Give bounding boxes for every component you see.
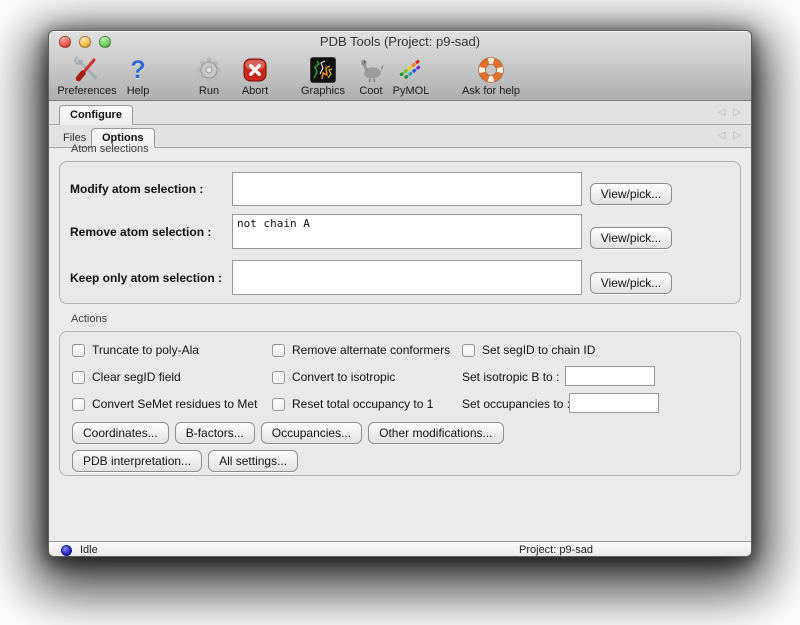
settings-buttons-row: PDB interpretation... All settings... — [72, 450, 298, 472]
convert-semet-label: Convert SeMet residues to Met — [92, 397, 257, 411]
keep-only-atom-selection-label: Keep only atom selection : — [70, 271, 222, 285]
modify-atom-selection-input[interactable] — [232, 172, 582, 206]
remove-atom-selection-label: Remove atom selection : — [70, 225, 211, 239]
project-label: Project: p9-sad — [519, 544, 593, 556]
toolbar-help-label: Help — [127, 85, 150, 97]
checkbox-truncate-poly-ala: Truncate to poly-Ala — [72, 342, 199, 358]
files-options-tab-bar: Files Options ◁ ▷ — [49, 125, 751, 148]
abort-icon — [242, 55, 268, 85]
convert-to-isotropic-label: Convert to isotropic — [292, 370, 395, 384]
other-modifications-button[interactable]: Other modifications... — [368, 422, 503, 444]
toolbar-ask-for-help-label: Ask for help — [462, 85, 520, 97]
set-segid-to-chain-id-label: Set segID to chain ID — [482, 343, 595, 357]
set-segid-to-chain-id-checkbox[interactable] — [462, 344, 475, 357]
tab-scroll-right-icon[interactable]: ▷ — [733, 108, 741, 118]
atom-selections-legend: Atom selections — [71, 143, 149, 155]
status-bar: Idle Project: p9-sad — [49, 541, 751, 557]
remove-alternate-conformers-checkbox[interactable] — [272, 344, 285, 357]
actions-legend: Actions — [71, 313, 107, 325]
reset-total-occupancy-label: Reset total occupancy to 1 — [292, 397, 433, 411]
remove-view-pick-button[interactable]: View/pick... — [590, 227, 672, 249]
tab-scroll-right-icon[interactable]: ▷ — [733, 131, 741, 141]
occupancies-button[interactable]: Occupancies... — [261, 422, 362, 444]
atom-selections-group: Modify atom selection : View/pick... Rem… — [59, 161, 741, 304]
checkbox-reset-total-occupancy: Reset total occupancy to 1 — [272, 396, 433, 412]
graphics-icon — [310, 55, 336, 85]
checkbox-clear-segid-field: Clear segID field — [72, 369, 181, 385]
keep-only-view-pick-button[interactable]: View/pick... — [590, 272, 672, 294]
tab-scroll-arrows-2: ◁ ▷ — [718, 125, 741, 147]
toolbar-coot-label: Coot — [359, 85, 382, 97]
toolbar-run-button[interactable]: Run — [194, 53, 224, 97]
tab-scroll-left-icon[interactable]: ◁ — [718, 108, 726, 118]
toolbar-pymol-button[interactable]: PyMOL — [390, 53, 432, 97]
truncate-poly-ala-checkbox[interactable] — [72, 344, 85, 357]
toolbar-abort-label: Abort — [242, 85, 268, 97]
status-indicator-icon — [61, 545, 72, 556]
help-icon: ? — [130, 55, 145, 85]
pdb-tools-window: PDB Tools (Project: p9-sad) Preferences — [48, 30, 752, 557]
toolbar-coot-button[interactable]: Coot — [355, 53, 387, 97]
clear-segid-field-label: Clear segID field — [92, 370, 181, 384]
keep-only-atom-selection-input[interactable] — [232, 260, 582, 295]
modification-buttons-row: Coordinates... B-factors... Occupancies.… — [72, 422, 504, 444]
convert-to-isotropic-checkbox[interactable] — [272, 371, 285, 384]
checkbox-remove-alternate-conformers: Remove alternate conformers — [272, 342, 450, 358]
actions-group: Truncate to poly-Ala Remove alternate co… — [59, 331, 741, 476]
checkbox-convert-semet: Convert SeMet residues to Met — [72, 396, 257, 412]
convert-semet-checkbox[interactable] — [72, 398, 85, 411]
toolbar-preferences-label: Preferences — [57, 85, 116, 97]
coot-bird-icon — [357, 55, 385, 85]
tab-scroll-arrows-1: ◁ ▷ — [718, 101, 741, 124]
toolbar-preferences-button[interactable]: Preferences — [55, 53, 119, 97]
coordinates-button[interactable]: Coordinates... — [72, 422, 169, 444]
pymol-icon — [397, 55, 425, 85]
set-occupancies-label: Set occupancies to : — [462, 397, 570, 411]
run-gear-icon — [195, 55, 223, 85]
toolbar-abort-button[interactable]: Abort — [236, 53, 274, 97]
remove-atom-selection-input[interactable]: not chain A — [232, 214, 582, 249]
checkbox-convert-to-isotropic: Convert to isotropic — [272, 369, 395, 385]
configure-tab-bar: Configure ◁ ▷ — [49, 101, 751, 125]
tab-scroll-left-icon[interactable]: ◁ — [718, 131, 726, 141]
truncate-poly-ala-label: Truncate to poly-Ala — [92, 343, 199, 357]
toolbar-pymol-label: PyMOL — [393, 85, 430, 97]
set-occupancies-input[interactable] — [569, 393, 659, 413]
checkbox-set-segid-to-chain-id: Set segID to chain ID — [462, 342, 595, 358]
b-factors-button[interactable]: B-factors... — [175, 422, 255, 444]
toolbar-help-button[interactable]: ? Help — [123, 53, 153, 97]
window-title: PDB Tools (Project: p9-sad) — [49, 34, 751, 49]
life-ring-icon — [477, 55, 505, 85]
set-isotropic-b-input[interactable] — [565, 366, 655, 386]
remove-alternate-conformers-label: Remove alternate conformers — [292, 343, 450, 357]
status-text: Idle — [80, 544, 98, 556]
modify-atom-selection-label: Modify atom selection : — [70, 182, 203, 196]
toolbar-run-label: Run — [199, 85, 219, 97]
tab-configure[interactable]: Configure — [59, 105, 133, 125]
set-isotropic-b-label: Set isotropic B to : — [462, 370, 559, 384]
toolbar-graphics-label: Graphics — [301, 85, 345, 97]
toolbar: Preferences ? Help — [49, 53, 751, 101]
title-bar[interactable]: PDB Tools (Project: p9-sad) — [49, 31, 751, 53]
window-chrome: PDB Tools (Project: p9-sad) Preferences — [49, 31, 751, 101]
reset-total-occupancy-checkbox[interactable] — [272, 398, 285, 411]
modify-view-pick-button[interactable]: View/pick... — [590, 183, 672, 205]
all-settings-button[interactable]: All settings... — [208, 450, 298, 472]
preferences-icon — [73, 55, 101, 85]
toolbar-ask-for-help-button[interactable]: Ask for help — [455, 53, 527, 97]
toolbar-graphics-button[interactable]: Graphics — [297, 53, 349, 97]
clear-segid-field-checkbox[interactable] — [72, 371, 85, 384]
pdb-interpretation-button[interactable]: PDB interpretation... — [72, 450, 202, 472]
